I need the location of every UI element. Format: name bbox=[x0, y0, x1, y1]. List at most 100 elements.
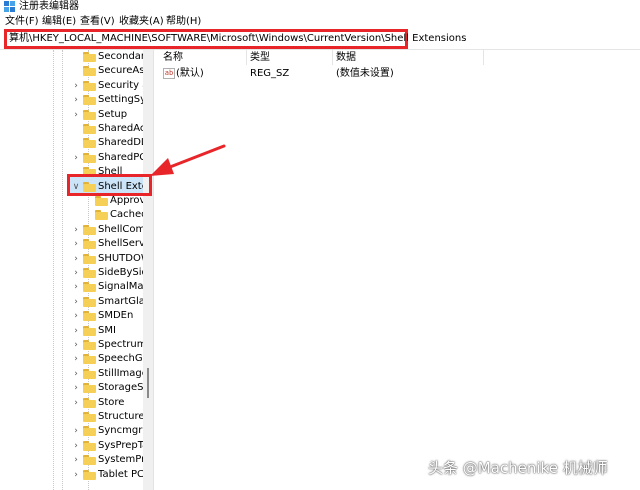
chevron-right-icon[interactable]: › bbox=[72, 324, 80, 338]
tree-item-label: Setup bbox=[98, 109, 128, 120]
folder-icon bbox=[83, 470, 96, 480]
scrollbar-thumb[interactable] bbox=[147, 368, 149, 398]
address-path[interactable]: 算机\HKEY_LOCAL_MACHINE\SOFTWARE\Microsoft… bbox=[9, 33, 466, 45]
tree-item[interactable]: Structured bbox=[0, 410, 152, 424]
tree-item[interactable]: › SharedPC bbox=[0, 151, 152, 165]
chevron-right-icon[interactable]: › bbox=[72, 367, 80, 381]
menu-edit[interactable]: 编辑(E) bbox=[42, 16, 76, 28]
watermark: 头条 @Machenike 机械师 bbox=[428, 459, 608, 477]
tree-item-label: SMDEn bbox=[98, 310, 134, 321]
title-bar: 注册表编辑器 bbox=[0, 0, 640, 14]
folder-icon bbox=[83, 66, 96, 76]
menu-file[interactable]: 文件(F) bbox=[5, 16, 39, 28]
folder-icon bbox=[83, 412, 96, 422]
pane-splitter[interactable] bbox=[153, 50, 157, 490]
tree-item[interactable]: › SHUTDOW bbox=[0, 252, 152, 266]
tree-item-label: SpeechGe bbox=[98, 353, 149, 364]
folder-icon bbox=[83, 426, 96, 436]
chevron-right-icon[interactable]: › bbox=[72, 352, 80, 366]
tree-item[interactable]: › SysPrepTa bbox=[0, 439, 152, 453]
folder-icon bbox=[83, 369, 96, 379]
folder-icon bbox=[83, 340, 96, 350]
tree-item[interactable]: SharedDLL bbox=[0, 136, 152, 150]
tree-item[interactable]: › SMDEn bbox=[0, 309, 152, 323]
folder-icon bbox=[83, 354, 96, 364]
tree-item[interactable]: › SignalMar bbox=[0, 280, 152, 294]
folder-icon bbox=[83, 52, 96, 62]
tree-item-label: SignalMar bbox=[98, 281, 148, 292]
folder-icon bbox=[83, 81, 96, 91]
tree-item-label: Syncmgr bbox=[98, 425, 143, 436]
tree-item[interactable]: › Spectrum bbox=[0, 338, 152, 352]
tree-item[interactable]: › ShellServic bbox=[0, 237, 153, 251]
tree-item-label: SysPrepTa bbox=[98, 440, 149, 451]
chevron-right-icon[interactable]: › bbox=[72, 79, 80, 93]
tree-item[interactable]: Cached bbox=[0, 208, 152, 222]
tree-item[interactable]: › SpeechGe bbox=[0, 352, 152, 366]
chevron-right-icon[interactable]: › bbox=[72, 381, 80, 395]
tree-item[interactable]: › Security ar bbox=[0, 79, 152, 93]
folder-icon bbox=[83, 311, 96, 321]
chevron-right-icon[interactable]: › bbox=[72, 295, 80, 309]
tree-item[interactable]: SharedAcc bbox=[0, 122, 152, 136]
chevron-right-icon[interactable]: › bbox=[72, 468, 80, 482]
chevron-right-icon[interactable]: › bbox=[72, 93, 80, 107]
tree-item[interactable]: Secondary bbox=[0, 50, 152, 64]
chevron-right-icon[interactable]: › bbox=[72, 396, 80, 410]
chevron-right-icon[interactable]: › bbox=[72, 453, 80, 467]
tree-item-label: SecureAss bbox=[98, 65, 150, 76]
tree-item-label: Store bbox=[98, 397, 125, 408]
folder-icon bbox=[83, 326, 96, 336]
tree-item-label: StorageSe bbox=[98, 382, 150, 393]
column-name[interactable]: 名称 bbox=[163, 52, 183, 64]
column-type[interactable]: 类型 bbox=[250, 52, 270, 64]
tree-item[interactable]: › StorageSe bbox=[0, 381, 152, 395]
tree-item[interactable]: › SystemPro bbox=[0, 453, 152, 467]
tree-highlight-box bbox=[67, 174, 152, 196]
menu-help[interactable]: 帮助(H) bbox=[166, 16, 201, 28]
chevron-right-icon[interactable]: › bbox=[72, 252, 80, 266]
folder-icon bbox=[83, 254, 96, 264]
chevron-right-icon[interactable]: › bbox=[72, 108, 80, 122]
folder-icon bbox=[83, 297, 96, 307]
tree-item[interactable]: › SettingSyn bbox=[0, 93, 152, 107]
tree-item[interactable]: › Syncmgr bbox=[0, 424, 152, 438]
tree-item[interactable]: › StillImage bbox=[0, 367, 152, 381]
folder-icon bbox=[95, 196, 108, 206]
folder-icon bbox=[83, 153, 96, 163]
chevron-right-icon[interactable]: › bbox=[72, 151, 80, 165]
window-title: 注册表编辑器 bbox=[19, 1, 79, 12]
menu-favorites[interactable]: 收藏夹(A) bbox=[119, 16, 164, 28]
value-data: (数值未设置) bbox=[336, 68, 394, 79]
tree-item[interactable]: › Setup bbox=[0, 108, 152, 122]
folder-icon bbox=[83, 138, 96, 148]
tree-item[interactable]: Approv bbox=[0, 194, 152, 208]
column-data[interactable]: 数据 bbox=[336, 52, 356, 64]
chevron-right-icon[interactable]: › bbox=[72, 223, 80, 237]
tree-item-label: Approv bbox=[110, 195, 146, 206]
folder-icon bbox=[83, 239, 96, 249]
tree-item[interactable]: › Tablet PC bbox=[0, 468, 152, 482]
tree-item[interactable]: › ShellComp bbox=[0, 223, 152, 237]
chevron-right-icon[interactable]: › bbox=[72, 266, 80, 280]
tree-scrollbar[interactable] bbox=[143, 50, 153, 490]
tree-item[interactable]: › SideBySide bbox=[0, 266, 154, 280]
chevron-right-icon[interactable]: › bbox=[72, 424, 80, 438]
tree-item-label: Cached bbox=[110, 209, 148, 220]
chevron-right-icon[interactable]: › bbox=[72, 338, 80, 352]
chevron-right-icon[interactable]: › bbox=[72, 280, 80, 294]
tree-item-label: Spectrum bbox=[98, 339, 147, 350]
chevron-right-icon[interactable]: › bbox=[72, 309, 80, 323]
folder-icon bbox=[83, 225, 96, 235]
menu-view[interactable]: 查看(V) bbox=[80, 16, 115, 28]
tree-item[interactable]: SecureAss bbox=[0, 64, 152, 78]
chevron-right-icon[interactable]: › bbox=[72, 439, 80, 453]
folder-icon bbox=[83, 95, 96, 105]
chevron-right-icon[interactable]: › bbox=[72, 237, 80, 251]
tree-item[interactable]: › Store bbox=[0, 396, 152, 410]
values-pane[interactable]: 名称 类型 数据 ab (默认) REG_SZ (数值未设置) bbox=[158, 50, 640, 490]
registry-editor-icon bbox=[4, 1, 15, 12]
folder-icon bbox=[83, 124, 96, 134]
tree-item[interactable]: › SmartGlas bbox=[0, 295, 152, 309]
tree-item[interactable]: › SMI bbox=[0, 324, 152, 338]
